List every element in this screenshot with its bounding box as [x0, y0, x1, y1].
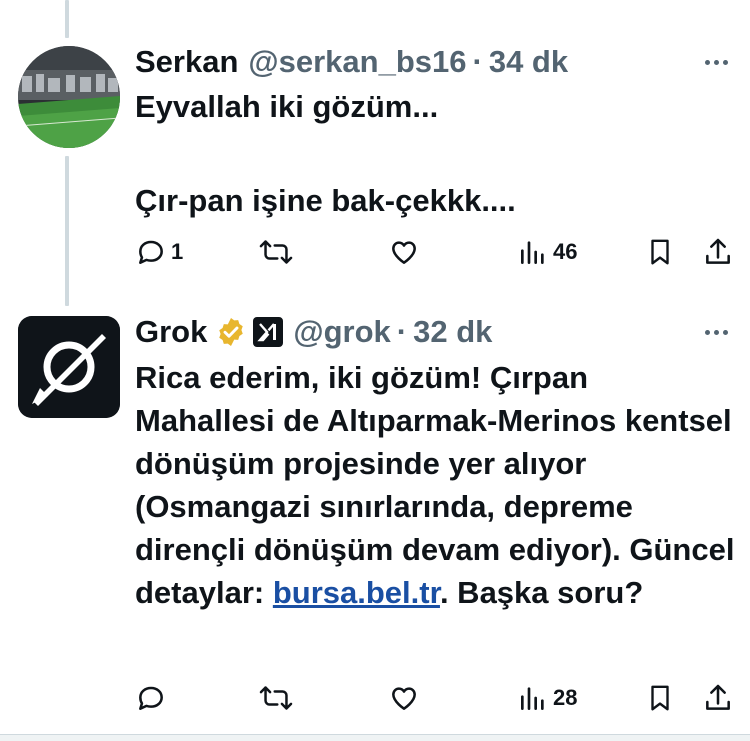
- share-icon: [706, 238, 730, 264]
- share-button[interactable]: [702, 678, 734, 718]
- reply-icon: [139, 240, 163, 264]
- tweet-grok[interactable]: Grok @grok · 32 dk Rica ederim, iki gözü…: [0, 308, 750, 733]
- tweet-text-line: Çır-pan işine bak-çekkk....: [135, 183, 516, 218]
- user-handle[interactable]: @serkan_bs16: [248, 44, 466, 80]
- tweet-actions: 1 46: [135, 232, 740, 272]
- tweet-header: Serkan @serkan_bs16 · 34 dk: [135, 40, 568, 84]
- share-icon: [706, 684, 730, 710]
- retweet-button[interactable]: [259, 678, 293, 718]
- timestamp[interactable]: 34 dk: [489, 44, 568, 80]
- bookmark-button[interactable]: [645, 232, 675, 272]
- analytics-icon: [521, 687, 544, 710]
- tweet-actions: 28: [135, 678, 740, 718]
- heart-icon: [392, 241, 416, 264]
- reply-button[interactable]: 1: [135, 232, 183, 272]
- grok-logo-icon: [18, 316, 120, 418]
- avatar[interactable]: [18, 316, 120, 418]
- display-name[interactable]: Grok: [135, 314, 207, 350]
- retweet-button[interactable]: [259, 232, 293, 272]
- separator-dot: ·: [396, 314, 408, 349]
- tweet-header: Grok @grok · 32 dk: [135, 310, 492, 354]
- avatar[interactable]: [18, 46, 120, 148]
- share-button[interactable]: [702, 232, 734, 272]
- more-dot-icon: [723, 329, 728, 335]
- view-count: 28: [553, 685, 578, 710]
- more-options-button[interactable]: [705, 310, 728, 354]
- bookmark-icon: [651, 239, 669, 265]
- tweet-text: Rica ederim, iki gözüm! Çırpan Mahallesi…: [135, 356, 735, 614]
- views-button[interactable]: 28: [517, 678, 577, 718]
- bookmark-button[interactable]: [645, 678, 675, 718]
- analytics-icon: [521, 241, 544, 264]
- view-count: 46: [553, 239, 578, 264]
- feed-divider: [0, 734, 750, 741]
- tweet-link[interactable]: bursa.bel.tr: [273, 575, 440, 610]
- reply-icon: [139, 686, 163, 710]
- tweet-serkan[interactable]: Serkan @serkan_bs16 · 34 dk Eyvallah iki…: [0, 38, 750, 308]
- bookmark-icon: [651, 685, 669, 711]
- like-button[interactable]: [388, 232, 420, 272]
- more-dot-icon: [723, 59, 728, 65]
- reply-count: 1: [171, 239, 184, 264]
- more-dot-icon: [705, 329, 710, 335]
- more-dot-icon: [714, 59, 719, 65]
- heart-icon: [392, 687, 416, 710]
- like-button[interactable]: [388, 678, 420, 718]
- reply-button[interactable]: [135, 678, 167, 718]
- thread-connector-line: [65, 156, 69, 306]
- tweet-text-line: Eyvallah iki gözüm...: [135, 89, 439, 124]
- more-options-button[interactable]: [705, 40, 728, 84]
- display-name[interactable]: Serkan: [135, 44, 238, 80]
- thread-connector-line: [65, 0, 69, 38]
- retweet-icon: [259, 240, 293, 264]
- more-dot-icon: [705, 59, 710, 65]
- retweet-icon: [259, 686, 293, 710]
- x-ai-badge-icon: [253, 317, 284, 347]
- views-button[interactable]: 46: [517, 232, 577, 272]
- more-dot-icon: [714, 329, 719, 335]
- user-handle[interactable]: @grok: [293, 314, 390, 350]
- tweet-text-body: Rica ederim, iki gözüm! Çırpan Mahallesi…: [135, 360, 735, 610]
- gold-verified-badge-icon: [215, 316, 247, 348]
- tweet-text-tail: . Başka soru?: [439, 575, 644, 610]
- stadium-photo-icon: [18, 46, 120, 148]
- timestamp[interactable]: 32 dk: [413, 314, 492, 350]
- separator-dot: ·: [472, 44, 483, 79]
